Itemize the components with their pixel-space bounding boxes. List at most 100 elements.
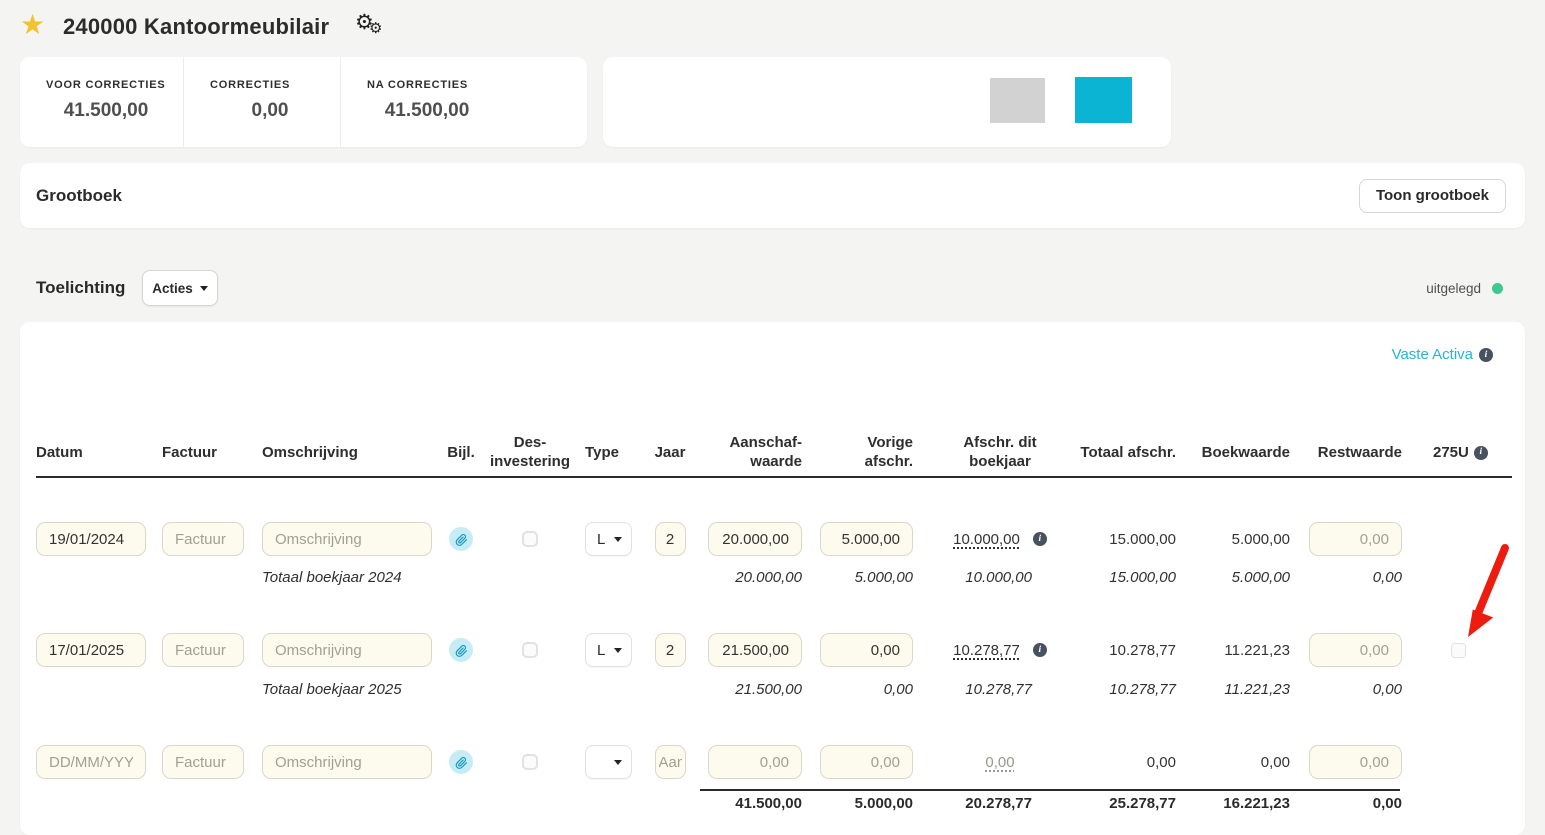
afschr-dit-boekjaar-value[interactable]: 10.278,77 [953, 642, 1020, 659]
asset-row-2024: L 10.000,00 i 15.000,00 5.000,00 [36, 522, 1512, 556]
summary-value: 0,00 [251, 100, 289, 121]
afschr-dit-boekjaar-value[interactable]: 0,00 [985, 754, 1014, 771]
chevron-down-icon [199, 285, 208, 291]
aanschafwaarde-input[interactable] [708, 745, 802, 779]
vaste-activa-table-card: Vaste Activa i Datum Factuur Omschrijvin… [20, 322, 1525, 835]
total-aanschafwaarde: 41.500,00 [735, 795, 802, 812]
type-select[interactable]: L [585, 522, 632, 556]
info-icon[interactable]: i [1032, 643, 1047, 657]
info-icon[interactable]: i [1032, 532, 1047, 546]
totals-row: 41.500,00 5.000,00 20.278,77 25.278,77 1… [36, 795, 1512, 812]
subtotal-totaal-afschr: 15.000,00 [1109, 569, 1176, 586]
subtotal-aanschafwaarde: 21.500,00 [735, 681, 802, 698]
vaste-activa-link-row: Vaste Activa i [1392, 346, 1493, 363]
paperclip-attachment-button[interactable] [449, 750, 473, 774]
desinvestering-checkbox[interactable] [522, 754, 538, 770]
restwaarde-input[interactable] [1309, 633, 1402, 667]
vaste-activa-link[interactable]: Vaste Activa [1392, 346, 1473, 363]
subtotal-label: Totaal boekjaar 2024 [262, 569, 402, 586]
status-green-dot [1492, 283, 1503, 294]
col-header-datum: Datum [36, 443, 83, 461]
col-header-factuur: Factuur [162, 443, 218, 461]
totaal-afschr-value: 10.278,77 [1109, 641, 1176, 659]
subtotal-row-2025: Totaal boekjaar 2025 21.500,00 0,00 10.2… [36, 681, 1512, 698]
red-annotation-arrow [1468, 544, 1509, 637]
toelichting-title: Toelichting [36, 278, 126, 297]
datum-input[interactable] [36, 522, 146, 556]
omschrijving-input[interactable] [262, 745, 432, 779]
aanschafwaarde-input[interactable] [708, 633, 802, 667]
vorige-afschr-input[interactable] [820, 522, 913, 556]
datum-input[interactable] [36, 633, 146, 667]
col-header-aanschafwaarde: Aanschaf- waarde [729, 434, 802, 470]
col-header-type: Type [585, 443, 619, 461]
subtotal-vorige-afschr: 0,00 [883, 681, 913, 698]
vorige-afschr-input[interactable] [820, 633, 913, 667]
summary-correcties: CORRECTIES 0,00 [184, 57, 341, 147]
desinvestering-checkbox[interactable] [522, 531, 538, 547]
subtotal-afschr-dit-boekjaar: 10.278,77 [965, 681, 1032, 698]
desinvestering-checkbox[interactable] [522, 642, 538, 658]
paperclip-attachment-button[interactable] [449, 527, 473, 551]
ledger-account-page: ★ 240000 Kantoormeubilair ⚙ ⚙ VOOR CORRE… [0, 0, 1545, 835]
acties-label: Acties [152, 280, 193, 296]
restwaarde-input[interactable] [1309, 745, 1402, 779]
factuur-input[interactable] [162, 633, 244, 667]
status-label: uitgelegd [1426, 281, 1481, 296]
favorite-star-icon[interactable]: ★ [20, 8, 45, 41]
asset-row-2025: L 10.278,77 i 10.278,77 11.221,23 [36, 633, 1512, 667]
boekwaarde-value: 11.221,23 [1224, 641, 1290, 659]
total-vorige-afschr: 5.000,00 [854, 795, 913, 812]
restwaarde-input[interactable] [1309, 522, 1402, 556]
subtotal-boekwaarde: 5.000,00 [1231, 569, 1290, 586]
afschr-dit-boekjaar-value[interactable]: 10.000,00 [953, 531, 1020, 548]
col-header-bijl: Bijl. [447, 443, 475, 461]
omschrijving-input[interactable] [262, 522, 432, 556]
gear-icon: ⚙ [369, 20, 383, 37]
col-header-totaal-afschr: Totaal afschr. [1080, 443, 1176, 461]
subtotal-vorige-afschr: 5.000,00 [854, 569, 913, 586]
factuur-input[interactable] [162, 745, 244, 779]
gray-legend-square [990, 78, 1045, 123]
total-afschr-dit-boekjaar: 20.278,77 [965, 795, 1032, 812]
paperclip-attachment-button[interactable] [449, 638, 473, 662]
summary-label: CORRECTIES [210, 79, 291, 91]
boekwaarde-value: 5.000,00 [1231, 530, 1290, 548]
chevron-down-icon [614, 647, 622, 653]
info-icon[interactable]: i [1473, 446, 1488, 460]
summary-label: NA CORRECTIES [367, 79, 469, 91]
subtotal-afschr-dit-boekjaar: 10.000,00 [965, 569, 1032, 586]
info-icon[interactable]: i [1479, 347, 1493, 362]
aanschafwaarde-input[interactable] [708, 522, 802, 556]
subtotal-boekwaarde: 11.221,23 [1224, 681, 1290, 698]
col-header-jaar: Jaar [654, 443, 686, 461]
factuur-input[interactable] [162, 522, 244, 556]
boekwaarde-value: 0,00 [1260, 753, 1290, 771]
type-select[interactable]: L [585, 633, 632, 667]
omschrijving-input[interactable] [262, 633, 432, 667]
acties-dropdown-button[interactable]: Acties [142, 270, 218, 306]
corrections-summary-card: VOOR CORRECTIES 41.500,00 CORRECTIES 0,0… [20, 57, 587, 147]
subtotal-row-2024: Totaal boekjaar 2024 20.000,00 5.000,00 … [36, 569, 1512, 586]
settings-gears-icon[interactable]: ⚙ ⚙ [355, 10, 395, 42]
totaal-afschr-value: 15.000,00 [1109, 530, 1176, 548]
jaar-input[interactable] [654, 633, 686, 667]
summary-na-correcties: NA CORRECTIES 41.500,00 [341, 57, 587, 147]
status-indicator: uitgelegd [1426, 281, 1503, 296]
jaar-input[interactable] [654, 522, 686, 556]
total-restwaarde: 0,00 [1372, 795, 1402, 812]
col-header-vorige-afschr: Vorige afschr. [864, 434, 913, 470]
type-select[interactable] [585, 745, 632, 779]
col-header-omschrijving: Omschrijving [262, 443, 358, 461]
total-boekwaarde: 16.221,23 [1223, 795, 1290, 812]
datum-input[interactable] [36, 745, 146, 779]
jaar-input[interactable] [654, 745, 686, 779]
total-totaal-afschr: 25.278,77 [1109, 795, 1176, 812]
paperclip-icon [455, 756, 467, 769]
vorige-afschr-input[interactable] [820, 745, 913, 779]
chevron-down-icon [614, 536, 622, 542]
legend-card [603, 57, 1171, 147]
paperclip-icon [455, 644, 467, 657]
summary-voor-correcties: VOOR CORRECTIES 41.500,00 [20, 57, 184, 147]
toon-grootboek-button[interactable]: Toon grootboek [1358, 178, 1506, 213]
